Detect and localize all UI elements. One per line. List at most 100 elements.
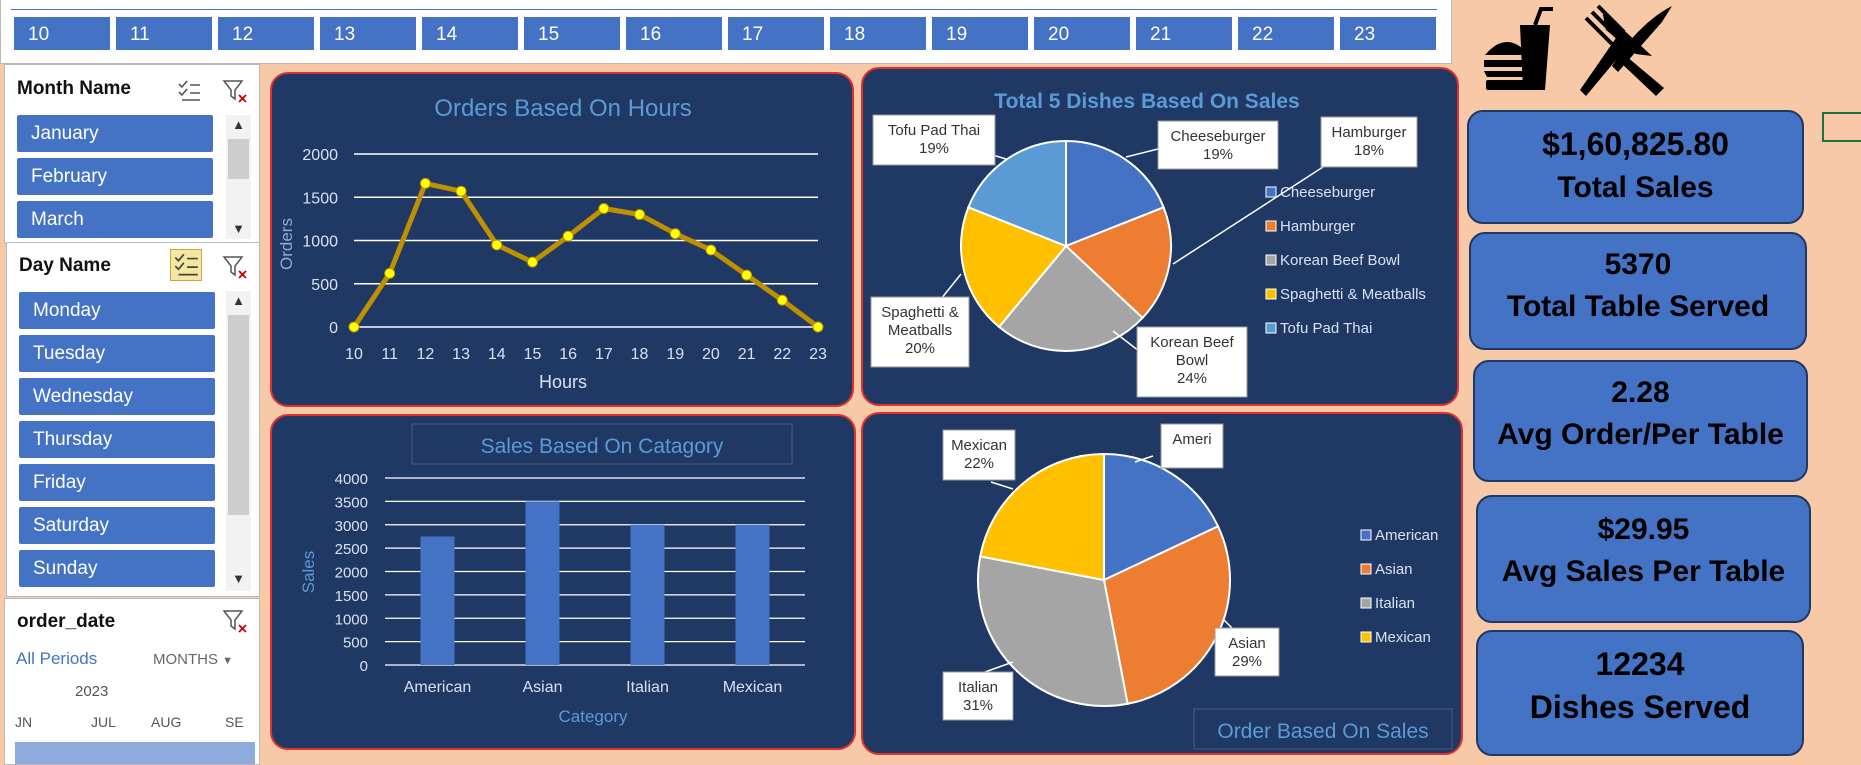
legend-swatch	[1265, 254, 1277, 266]
orders-by-category-panel: American Asian Italian Mexican Ameri Asian 29…	[861, 412, 1463, 755]
hour-slicer-divider	[11, 9, 1437, 10]
x-tick-label: 18	[631, 346, 649, 363]
hour-button-14[interactable]: 14	[422, 17, 518, 50]
hour-button-15[interactable]: 15	[524, 17, 620, 50]
callout-leader	[990, 481, 1014, 490]
legend-swatch	[1360, 529, 1372, 541]
callout-text: 22%	[964, 455, 994, 472]
legend-swatch	[1360, 563, 1372, 575]
hour-button-18[interactable]: 18	[830, 17, 926, 50]
y-tick-label: 2500	[335, 541, 368, 558]
pie-slices	[977, 452, 1231, 707]
x-tick-label: 13	[452, 346, 470, 363]
burger-drink-icon	[1484, 7, 1553, 90]
y-tick-label: 1500	[302, 190, 338, 207]
clear-filter-icon[interactable]	[221, 77, 249, 105]
y-tick-label: 500	[311, 277, 338, 294]
data-point	[669, 228, 681, 240]
hour-button-20[interactable]: 20	[1034, 17, 1130, 50]
day-item-wednesday[interactable]: Wednesday	[19, 378, 215, 415]
multi-select-icon[interactable]	[170, 249, 202, 281]
top-dishes-panel: Total 5 Dishes Based On Sales Cheeseburg…	[861, 67, 1459, 406]
hour-button-22[interactable]: 22	[1238, 17, 1334, 50]
hour-button-19[interactable]: 19	[932, 17, 1028, 50]
chart-title: Total 5 Dishes Based On Sales	[994, 90, 1299, 113]
x-tick-label: 11	[381, 346, 398, 363]
day-scrollbar[interactable]: ▲ ▼	[226, 291, 251, 591]
y-tick-labels: 0 500 1000 1500 2000	[302, 147, 338, 337]
hour-button-21[interactable]: 21	[1136, 17, 1232, 50]
legend-label: Asian	[1375, 561, 1413, 578]
timeline-unit-dropdown[interactable]: MONTHS ▼	[153, 651, 233, 668]
hour-button-12[interactable]: 12	[218, 17, 314, 50]
legend-label: Korean Beef Bowl	[1280, 252, 1400, 269]
cell-selection[interactable]	[1822, 112, 1861, 142]
y-tick-label: 3000	[335, 518, 368, 535]
orders-by-category-pie-chart: AmericanAsianItalianMexican AmeriAsian29…	[942, 423, 1453, 750]
bar	[630, 524, 665, 665]
data-point	[634, 209, 646, 221]
month-item-february[interactable]: February	[17, 158, 213, 195]
day-item-thursday[interactable]: Thursday	[19, 421, 215, 458]
x-axis-label: Hours	[539, 372, 587, 392]
callout-text: Korean Beef	[1150, 334, 1234, 351]
clear-filter-icon[interactable]	[221, 253, 249, 281]
legend-swatch	[1360, 631, 1372, 643]
day-item-monday[interactable]: Monday	[19, 292, 215, 329]
scroll-down-icon[interactable]: ▼	[226, 221, 251, 236]
callout-text: 31%	[963, 697, 993, 714]
timeline-month-se: SE	[225, 714, 244, 730]
scroll-down-icon[interactable]: ▼	[226, 571, 251, 586]
x-tick-label: 16	[559, 346, 577, 363]
hour-button-13[interactable]: 13	[320, 17, 416, 50]
callout-text: 19%	[1203, 146, 1233, 163]
top-dishes-pie-chart: Total 5 Dishes Based On Sales Cheeseburg…	[870, 90, 1426, 398]
scroll-up-icon[interactable]: ▲	[226, 117, 251, 132]
legend-swatch	[1265, 322, 1277, 334]
hour-slicer: 10 11 12 13 14 15 16 17 18 19 20 21 22 23	[0, 0, 1452, 64]
day-item-saturday[interactable]: Saturday	[19, 507, 215, 544]
hour-button-10[interactable]: 10	[14, 17, 110, 50]
data-point	[384, 267, 396, 279]
scroll-up-icon[interactable]: ▲	[226, 293, 251, 308]
hour-button-11[interactable]: 11	[116, 17, 212, 50]
timeline-month-jn: JN	[15, 714, 33, 730]
month-item-march[interactable]: March	[17, 201, 213, 238]
x-tick-label: 21	[738, 346, 756, 363]
day-item-sunday[interactable]: Sunday	[19, 550, 215, 587]
data-point	[562, 230, 574, 242]
clear-filter-icon[interactable]	[221, 607, 249, 635]
chevron-down-icon: ▼	[222, 655, 234, 667]
legend-swatch	[1265, 186, 1277, 198]
legend-label: Cheeseburger	[1280, 184, 1375, 201]
timeline-period-bar[interactable]	[15, 742, 255, 764]
callout-text: Mexican	[951, 437, 1007, 454]
kpi-label: Avg Sales Per Table	[1501, 555, 1786, 588]
x-axis-label: Category	[559, 707, 628, 726]
day-item-tuesday[interactable]: Tuesday	[19, 335, 215, 372]
scroll-thumb[interactable]	[228, 139, 249, 179]
callout-text: 20%	[905, 340, 935, 357]
hour-button-16[interactable]: 16	[626, 17, 722, 50]
y-tick-label: 2000	[335, 565, 368, 582]
bar	[525, 501, 560, 665]
x-tick-label: 19	[666, 346, 684, 363]
hour-button-23[interactable]: 23	[1340, 17, 1436, 50]
callout-text: Tofu Pad Thai	[888, 122, 980, 139]
day-item-friday[interactable]: Friday	[19, 464, 215, 501]
chart-title: Order Based On Sales	[1217, 720, 1428, 743]
x-tick-label: 22	[773, 346, 791, 363]
callout-text: Hamburger	[1331, 124, 1406, 141]
kpi-dishes-served: 12234 Dishes Served	[1476, 630, 1804, 756]
month-item-january[interactable]: January	[17, 115, 213, 152]
legend-label: American	[1375, 527, 1438, 544]
x-tick-label: Asian	[522, 679, 562, 696]
callout-text: Asian	[1228, 635, 1266, 652]
multi-select-icon[interactable]	[175, 77, 203, 105]
hour-button-17[interactable]: 17	[728, 17, 824, 50]
scroll-thumb[interactable]	[228, 315, 249, 515]
month-scrollbar[interactable]: ▲ ▼	[226, 115, 251, 239]
timeline-month-aug: AUG	[151, 714, 182, 730]
x-tick-label: 15	[524, 346, 542, 363]
x-tick-label: American	[404, 679, 472, 696]
